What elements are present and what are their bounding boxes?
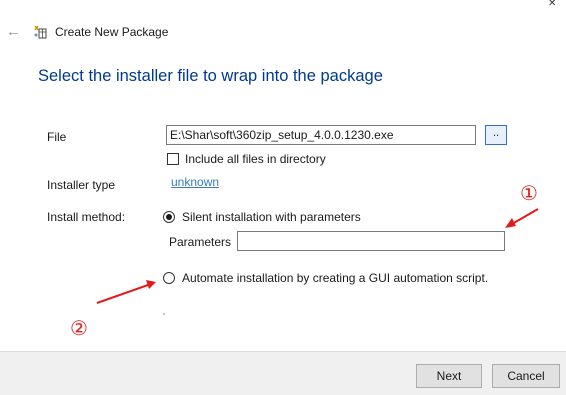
annotation-arrow-2 — [96, 280, 156, 304]
next-button[interactable]: Next — [416, 364, 482, 388]
cancel-button[interactable]: Cancel — [492, 364, 560, 388]
annotation-arrows — [96, 208, 539, 304]
annotation-arrow-1 — [505, 208, 539, 228]
